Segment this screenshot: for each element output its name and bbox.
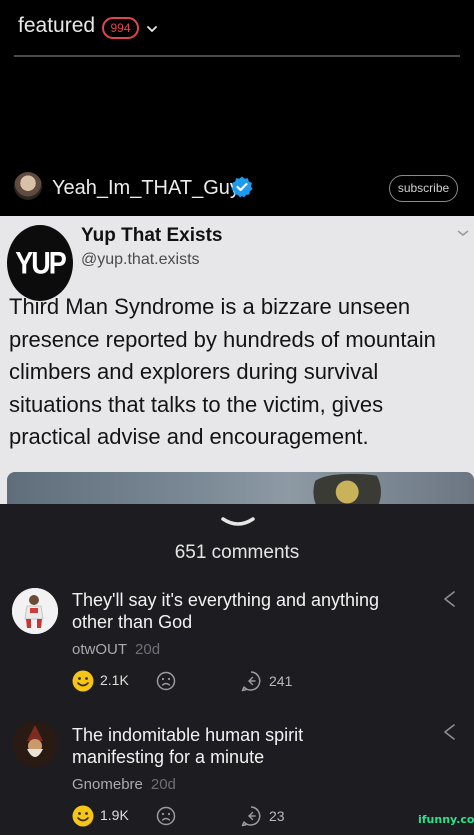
chevron-down-icon: [457, 230, 469, 236]
subscribe-button[interactable]: subscribe: [389, 175, 458, 202]
featured-count-badge: 994: [102, 17, 139, 39]
author-name[interactable]: Yeah_Im_THAT_Guy: [52, 177, 240, 200]
unsmile-icon[interactable]: [156, 671, 176, 691]
comment-line: They'll say it's everything and anything: [72, 590, 380, 610]
comment-line: The indomitable human spirit: [72, 725, 304, 745]
share-icon[interactable]: [441, 723, 459, 741]
comments-count: 651 comments: [174, 542, 300, 563]
card-account-name: Yup That Exists: [81, 225, 223, 246]
post-image-card[interactable]: YUP Yup That Exists @yup.that.exists Thi…: [0, 216, 474, 504]
body-line: situations that talks to the victim, giv…: [9, 391, 384, 417]
yup-logo: YUP: [7, 225, 73, 301]
commenter-avatar[interactable]: [12, 588, 58, 634]
reply-count: 241: [269, 673, 293, 689]
card-photo-preview: [7, 472, 474, 504]
post-author-row: Yeah_Im_THAT_Guy subscribe: [0, 160, 474, 216]
smile-icon[interactable]: [72, 805, 94, 827]
comment-actions: 1.9K 23: [72, 805, 332, 831]
comment-line: other than God: [72, 611, 193, 632]
body-line: presence reported by hundreds of mountai…: [9, 326, 436, 352]
body-line: climbers and explorers during survival: [9, 359, 379, 384]
comment-text: The indomitable human spirit manifesting…: [72, 725, 412, 768]
commenter-figure-icon: [12, 588, 58, 634]
chevron-down-icon[interactable]: [147, 24, 157, 34]
unsmile-icon[interactable]: [156, 806, 176, 826]
smile-count: 2.1K: [100, 672, 129, 688]
commenter-avatar[interactable]: [12, 721, 58, 767]
verified-badge-icon: [231, 176, 253, 198]
share-icon[interactable]: [441, 590, 459, 608]
comment-author[interactable]: Gnomebre: [72, 776, 143, 793]
comment-author[interactable]: otwOUT: [72, 641, 127, 658]
card-body-text: Third Man Syndrome is a bizzare unseen p…: [9, 291, 474, 454]
feed-title[interactable]: featured: [18, 14, 95, 38]
top-bar: featured 994: [0, 0, 474, 56]
card-handle: @yup.that.exists: [81, 251, 200, 268]
reply-icon[interactable]: [240, 805, 262, 827]
comment-item: The indomitable human spirit manifesting…: [0, 717, 474, 835]
sheet-drag-handle-icon[interactable]: [220, 516, 256, 528]
comments-panel: 651 comments They'll say it's everything…: [0, 504, 474, 835]
comment-meta: Gnomebre 20d: [72, 776, 176, 793]
header-divider: [14, 55, 460, 57]
comment-actions: 2.1K 241: [72, 670, 332, 696]
gnome-avatar-icon: [12, 721, 58, 767]
body-line: practical advise and encouragement.: [9, 424, 369, 449]
site-watermark: ifunny.co: [418, 813, 474, 826]
reply-count: 23: [269, 808, 285, 824]
smile-count: 1.9K: [100, 807, 129, 823]
comment-age: 20d: [150, 776, 176, 793]
comment-meta: otwOUT 20d: [72, 641, 160, 658]
body-line: Third Man Syndrome is a bizzare unseen: [9, 294, 411, 319]
smile-icon[interactable]: [72, 670, 94, 692]
comment-age: 20d: [135, 641, 161, 658]
comment-line: manifesting for a minute: [72, 746, 265, 767]
comment-text: They'll say it's everything and anything…: [72, 590, 412, 633]
author-avatar[interactable]: [14, 172, 42, 200]
comment-item: They'll say it's everything and anything…: [0, 584, 474, 704]
reply-icon[interactable]: [240, 670, 262, 692]
photo-subject: [312, 474, 400, 504]
